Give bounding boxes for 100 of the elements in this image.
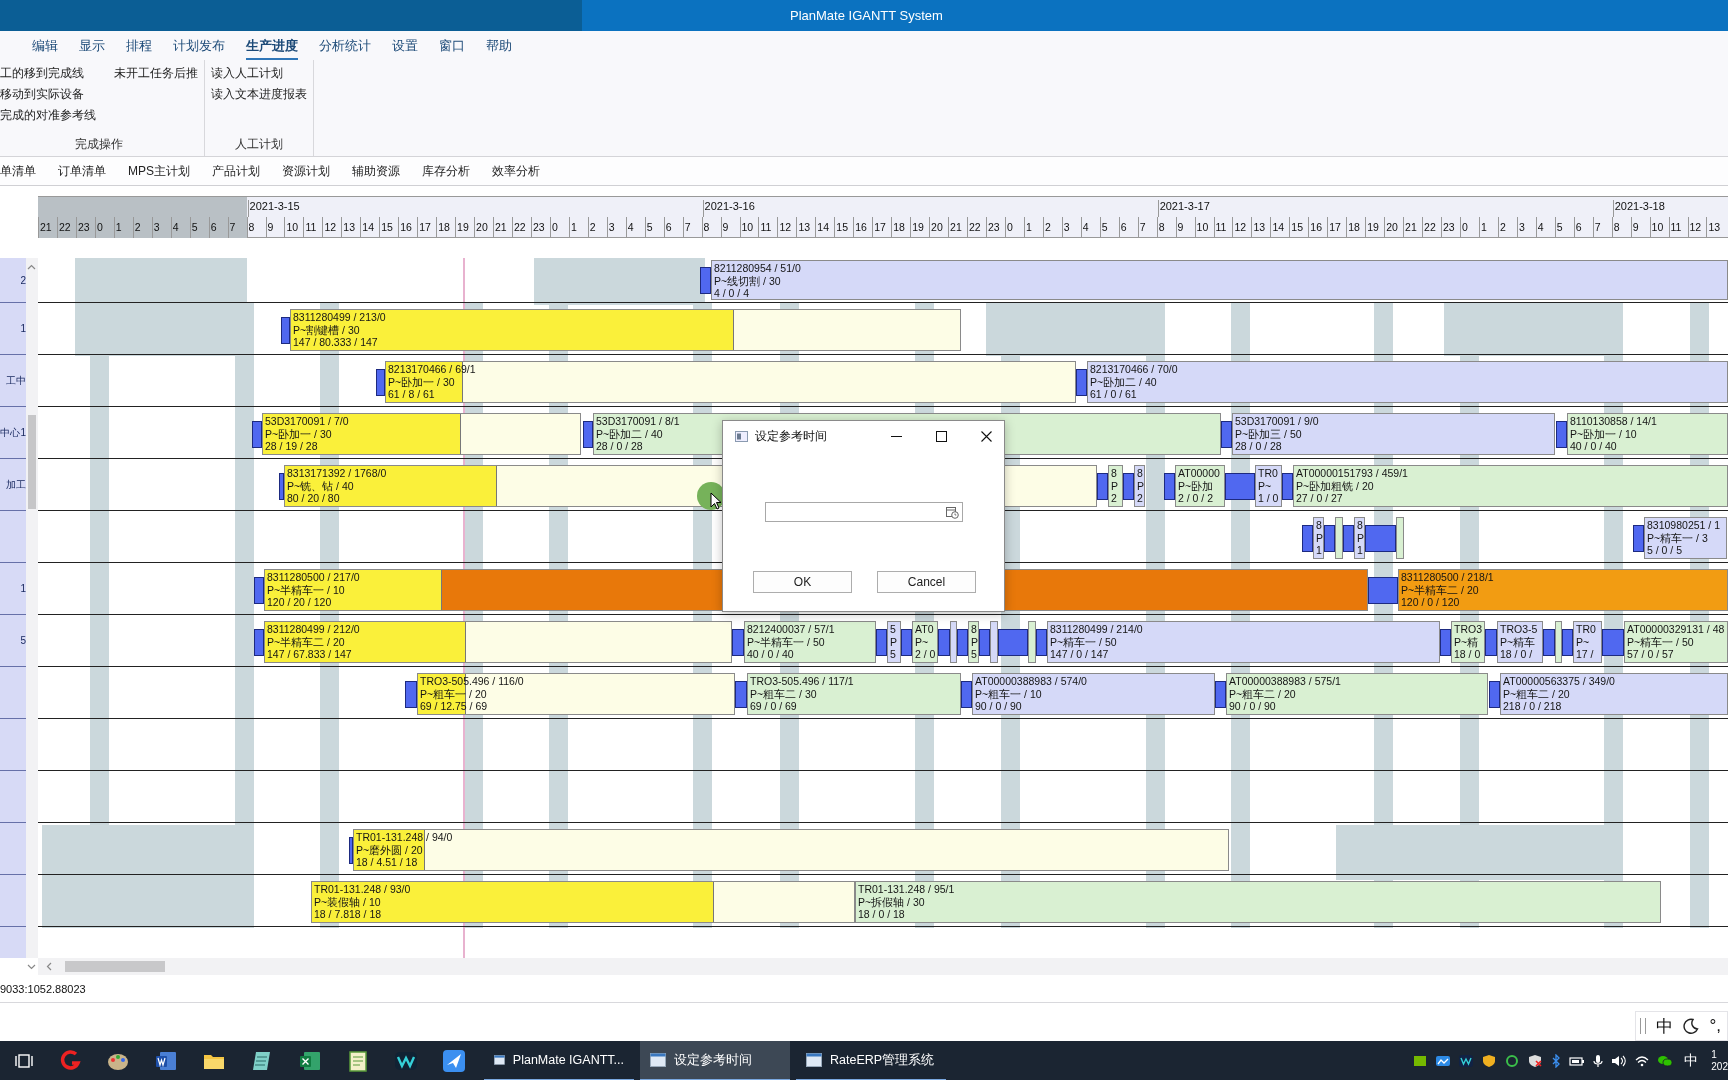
hour-cell: 13 [1251,216,1271,238]
hour-cell: 21 [493,216,512,238]
hour-cell: 13 [796,216,816,238]
task-label: P [1137,479,1144,493]
task-label: 1 / 0 [1258,492,1279,505]
hour-cell: 16 [1308,216,1328,238]
hour-cell: 13 [1706,216,1726,238]
task-label: 8310980251 / 1 [1647,519,1720,532]
clock-time: 1 [1711,1049,1718,1061]
hour-cell: 4 [1080,216,1100,238]
task-label: P [1316,531,1323,545]
hour-cell: 6 [1118,216,1138,238]
task-label: 28 / 0 / 28 [1235,440,1282,453]
hour-cell: 4 [1535,216,1555,238]
hour-cell: 16 [853,216,873,238]
task-label: P~装假轴 / 10 [314,895,381,909]
task-label: P~卧加一 / 10 [1570,427,1637,441]
hour-cell: 8 [701,216,721,238]
task-label: TRO3-5 [1500,623,1538,636]
hour-cell: 11 [1668,216,1688,238]
hour-cell: 15 [1289,216,1309,238]
hour-cell: 1 [1023,216,1043,238]
hour-cell: 9 [265,216,285,238]
hour-cell: 5 [644,216,664,238]
group-label: 人工计划 [234,136,284,153]
task-label: P~半精车一 / 50 [747,635,825,649]
hour-cell: 18 [1346,216,1366,238]
task-label: 8 [971,623,977,636]
task-label: AT0 [915,623,934,636]
task-label: 90 / 0 / 90 [975,700,1022,713]
window-title: PlanMate IGANTT System [790,8,943,23]
row-label: 加工 [6,477,26,492]
hour-cell: 22 [512,216,531,238]
date-label: 2021-3-15 [247,200,300,217]
task-label: P~精车一 / 50 [1627,635,1694,649]
task-label: P~半精车一 / 10 [267,583,345,597]
task-label: 2 / 0 / 2 [1178,492,1214,505]
task-label: AT00000151793 / 459/1 [1296,467,1408,480]
task-label: 28 / 19 / 28 [265,440,318,453]
hour-cell: 3 [1516,216,1536,238]
task-label: 8311280500 / 218/1 [1401,571,1494,584]
task-label: TRO3 [1454,623,1482,636]
task-label: TR01-131.248 / 93/0 [314,883,411,896]
task-label: 18 / 0 / 18 [858,908,905,921]
task-label: 8311280499 / 214/0 [1050,623,1143,636]
hour-cell: 0 [1004,216,1024,238]
task-label: 120 / 20 / 120 [267,596,332,609]
task-label: 8 [1316,519,1322,532]
task-label: P~粗车一 / 10 [975,687,1042,701]
hour-cell: 14 [1270,216,1290,238]
row-label: 2 [20,274,26,286]
task-label: 27 / 0 / 27 [1296,492,1343,505]
task-label: 8311280500 / 217/0 [267,571,360,584]
task-label: AT00000 [1178,467,1220,480]
hour-cell: 15 [834,216,854,238]
date-label: 2021-3-18 [1612,200,1665,217]
task-label: P~粗车一 / 20 [420,687,487,701]
task-label: TR01-131.248 / 94/0 [356,831,453,844]
task-label: 8311280499 / 213/0 [293,311,386,324]
task-label: P~ [1258,479,1272,493]
status-text: 9033:1052.88023 [0,982,86,995]
task-label: P~精车一 / 50 [1050,635,1117,649]
row-label: 1 [20,323,26,334]
task-label: 53D3170091 / 7/0 [265,415,349,428]
task-label: 57 / 0 / 57 [1627,648,1674,661]
hour-cell: 10 [1649,216,1669,238]
task-label: 8 [1357,519,1363,532]
hour-cell: 3 [1061,216,1081,238]
hour-cell: 21 [1403,216,1423,238]
task-label: P~精车 [1500,635,1536,649]
task-label: 18 / 0 [1454,648,1481,661]
task-label: 8 [1137,467,1143,480]
task-label: 8211280954 / 51/0 [714,262,801,275]
task-label: P~卧加三 / 50 [1235,427,1302,441]
hour-cell: 1 [1478,216,1498,238]
row-label: 中心1 [0,425,26,440]
hour-cell: 12 [1232,216,1252,238]
task-label: 40 / 0 / 40 [747,648,794,661]
hour-cell: 15 [379,216,399,238]
hour-cell: 7 [682,216,702,238]
task-label: 40 / 0 / 40 [1570,440,1617,453]
hour-cell: 10 [1194,216,1214,238]
hour-cell: 0 [549,216,569,238]
task-label: 53D3170091 / 8/1 [596,415,680,428]
hour-cell: 0 [1460,216,1479,238]
hour-cell: 14 [815,216,835,238]
hour-cell: 2 [1042,216,1062,238]
hour-cell: 23 [986,216,1005,238]
task-label: 120 / 0 / 120 [1401,596,1460,609]
hour-cell: 18 [891,216,911,238]
group-label: 完成操作 [74,136,124,153]
hour-cell: 1 [568,216,588,238]
task-label: P [890,635,897,649]
task-label: P~卧加二 / 40 [596,427,663,441]
task-label: 5 [890,648,896,661]
task-label: 5 [971,648,977,661]
hour-cell: 20 [474,216,494,238]
task-label: 218 / 0 / 218 [1503,700,1562,713]
hour-cell: 16 [398,216,418,238]
task-label: 2 [1137,492,1143,505]
